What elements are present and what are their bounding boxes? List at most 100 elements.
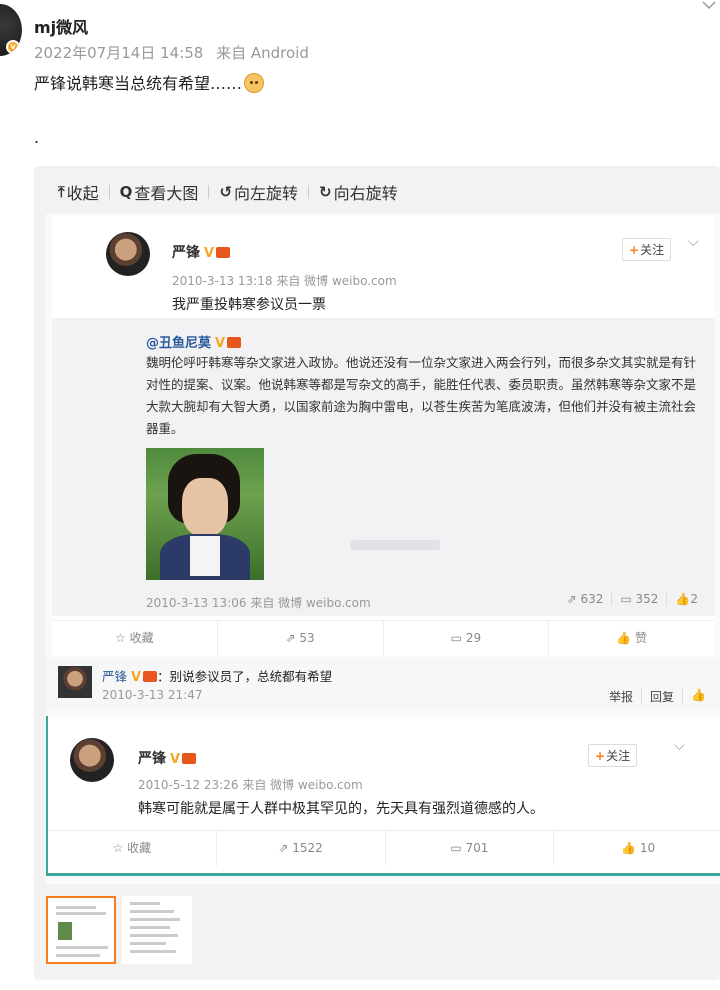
author-avatar [70, 738, 114, 782]
image-toolbar: ⤒ 收起 Q 查看大图 ↺ 向左旋转 ↻ 向右旋转 [58, 180, 398, 204]
thumb-line [130, 926, 170, 929]
like-label: 赞 [635, 631, 648, 645]
view-large-button[interactable]: Q 查看大图 [120, 180, 199, 204]
reply-link: 回复 [641, 688, 682, 705]
post-actions: ☆ 收藏 ⇗ 1522 ▭ 701 👍 10 [48, 830, 720, 866]
thumb-line [130, 918, 180, 921]
chevron-down-icon: ⌵ [674, 738, 685, 754]
member-crown-icon [143, 671, 158, 682]
post-time: 2010-3-13 13:18 来自 微博 weibo.com [172, 274, 397, 288]
forward-stat: ⇗ 632 [566, 592, 604, 606]
chevron-down-icon: ⌵ [688, 234, 699, 250]
doge-emoji-icon [244, 73, 265, 93]
author-name-text: 严锋 [138, 751, 166, 767]
follow-button: +关注 [588, 744, 638, 767]
commenter-avatar [58, 666, 92, 698]
magnifier-icon: Q [119, 183, 133, 201]
thumb-line [130, 950, 176, 953]
comment-label: 29 [465, 631, 482, 645]
favorite-action: ☆ 收藏 [115, 631, 154, 645]
collapse-label: 收起 [66, 184, 99, 203]
repost-box: @丑鱼尼莫 V 魏明伦呼吁韩寒等杂文家进入政协。他说还没有一位杂文家进入两会行列，… [52, 318, 714, 616]
username[interactable]: mj微风 [34, 14, 88, 38]
rotate-right-button[interactable]: ↻ 向右旋转 [319, 180, 398, 204]
rotate-right-icon: ↻ [319, 183, 332, 201]
screenshot-image[interactable]: 严锋 V 2010-3-13 13:18 来自 微博 weibo.com 我严重投… [46, 214, 720, 884]
comment-action: ▭ 701 [384, 831, 554, 866]
verified-v-icon: V [204, 246, 215, 261]
rotate-left-label: 向左旋转 [234, 184, 299, 203]
thumbnail-2[interactable] [122, 896, 192, 964]
post-meta: 2022年07月14日 14:58 来自 Android [34, 42, 317, 63]
photo-part [190, 536, 220, 576]
commenter-name: 严锋 [102, 669, 128, 684]
thumbs-up-icon: 👍 [682, 688, 714, 705]
author-avatar [106, 232, 150, 276]
image-viewer: ⤒ 收起 Q 查看大图 ↺ 向左旋转 ↻ 向右旋转 严锋 V 2010-3-13 … [34, 166, 720, 980]
collapse-button[interactable]: ⤒ 收起 [58, 180, 99, 204]
like-count: 2 [690, 592, 698, 606]
repost-author: @丑鱼尼莫 V [146, 332, 242, 351]
thumb-line [130, 902, 160, 905]
view-large-label: 查看大图 [134, 184, 199, 203]
comment-time: 2010-3-13 21:47 [102, 688, 203, 702]
favorite-label: 收藏 [127, 841, 152, 855]
member-crown-icon [227, 337, 242, 348]
post-second-line: . [34, 128, 40, 147]
comment-text: 严锋 V ：别说参议员了，总统都有希望 [102, 666, 332, 685]
follow-label: 关注 [640, 243, 665, 257]
thumb-photo [58, 922, 72, 940]
blurred-bar [350, 540, 440, 550]
thumb-line [130, 934, 178, 937]
comment-body: ：别说参议员了，总统都有希望 [157, 669, 333, 684]
post-text-content: 严锋说韩寒当总统有希望…… [34, 74, 243, 93]
like-label: 10 [639, 841, 656, 855]
comment-ops: 举报 回复 👍 [601, 688, 714, 705]
post-date: 2022年07月14日 14:58 [34, 44, 204, 62]
favorite-label: 收藏 [129, 631, 154, 645]
weibo-card: 严锋 V 2010-3-13 13:18 来自 微博 weibo.com 我严重投… [52, 216, 714, 656]
user-avatar[interactable]: v [0, 4, 22, 56]
comment-row: 严锋 V ：别说参议员了，总统都有希望 2010-3-13 21:47 举报 回复 … [46, 658, 720, 710]
post-time: 2010-5-12 23:26 来自 微博 weibo.com [138, 778, 363, 792]
forward-action: ⇗ 53 [216, 621, 383, 656]
author-name-text: 严锋 [172, 245, 200, 261]
thumb-line [56, 906, 96, 909]
toolbar-divider [208, 185, 210, 199]
thumb-line [130, 942, 166, 945]
follow-label: 关注 [606, 749, 631, 763]
like-action: 👍 10 [553, 831, 720, 866]
comment-action: ▭ 29 [382, 621, 549, 656]
thumb-line [56, 912, 106, 915]
thumbnail-strip [46, 896, 192, 964]
rotate-left-button[interactable]: ↺ 向左旋转 [219, 180, 298, 204]
forward-label: 1522 [292, 841, 323, 855]
repost-author-text: @丑鱼尼莫 [146, 336, 212, 351]
rotate-right-label: 向右旋转 [333, 184, 398, 203]
verified-v-icon: V [215, 336, 226, 351]
weibo-card: 严锋 V 2010-5-12 23:26 来自 微博 weibo.com 韩寒可能… [46, 716, 720, 876]
verified-v-icon: V [170, 752, 181, 767]
thumb-line [56, 954, 100, 957]
post-content: 韩寒可能就是属于人群中极其罕见的，先天具有强烈道德感的人。 [138, 801, 544, 817]
follow-button: +关注 [622, 238, 672, 261]
plus-icon: + [629, 243, 640, 257]
post-actions: ☆ 收藏 ⇗ 53 ▭ 29 👍 赞 [52, 620, 714, 656]
like-stat: 👍2 [666, 592, 706, 606]
comment-count: 352 [635, 592, 659, 606]
collapse-icon: ⤒ [58, 183, 65, 201]
repost-photo [146, 448, 264, 580]
forward-action: ⇗ 1522 [215, 831, 385, 866]
verified-badge-icon: v [6, 40, 20, 54]
toolbar-divider [108, 185, 110, 199]
toolbar-divider [308, 185, 310, 199]
member-crown-icon [182, 753, 197, 764]
favorite-action: ☆ 收藏 [112, 841, 152, 855]
repost-time: 2010-3-13 13:06 来自 微博 weibo.com [146, 596, 371, 610]
post-content: 我严重投韩寒参议员一票 [172, 297, 326, 313]
thumbnail-1[interactable] [46, 896, 116, 964]
comment-stat: ▭ 352 [611, 592, 666, 606]
plus-icon: + [595, 749, 606, 763]
chevron-down-icon[interactable] [702, 0, 716, 10]
author-name: 严锋 V [138, 748, 197, 768]
